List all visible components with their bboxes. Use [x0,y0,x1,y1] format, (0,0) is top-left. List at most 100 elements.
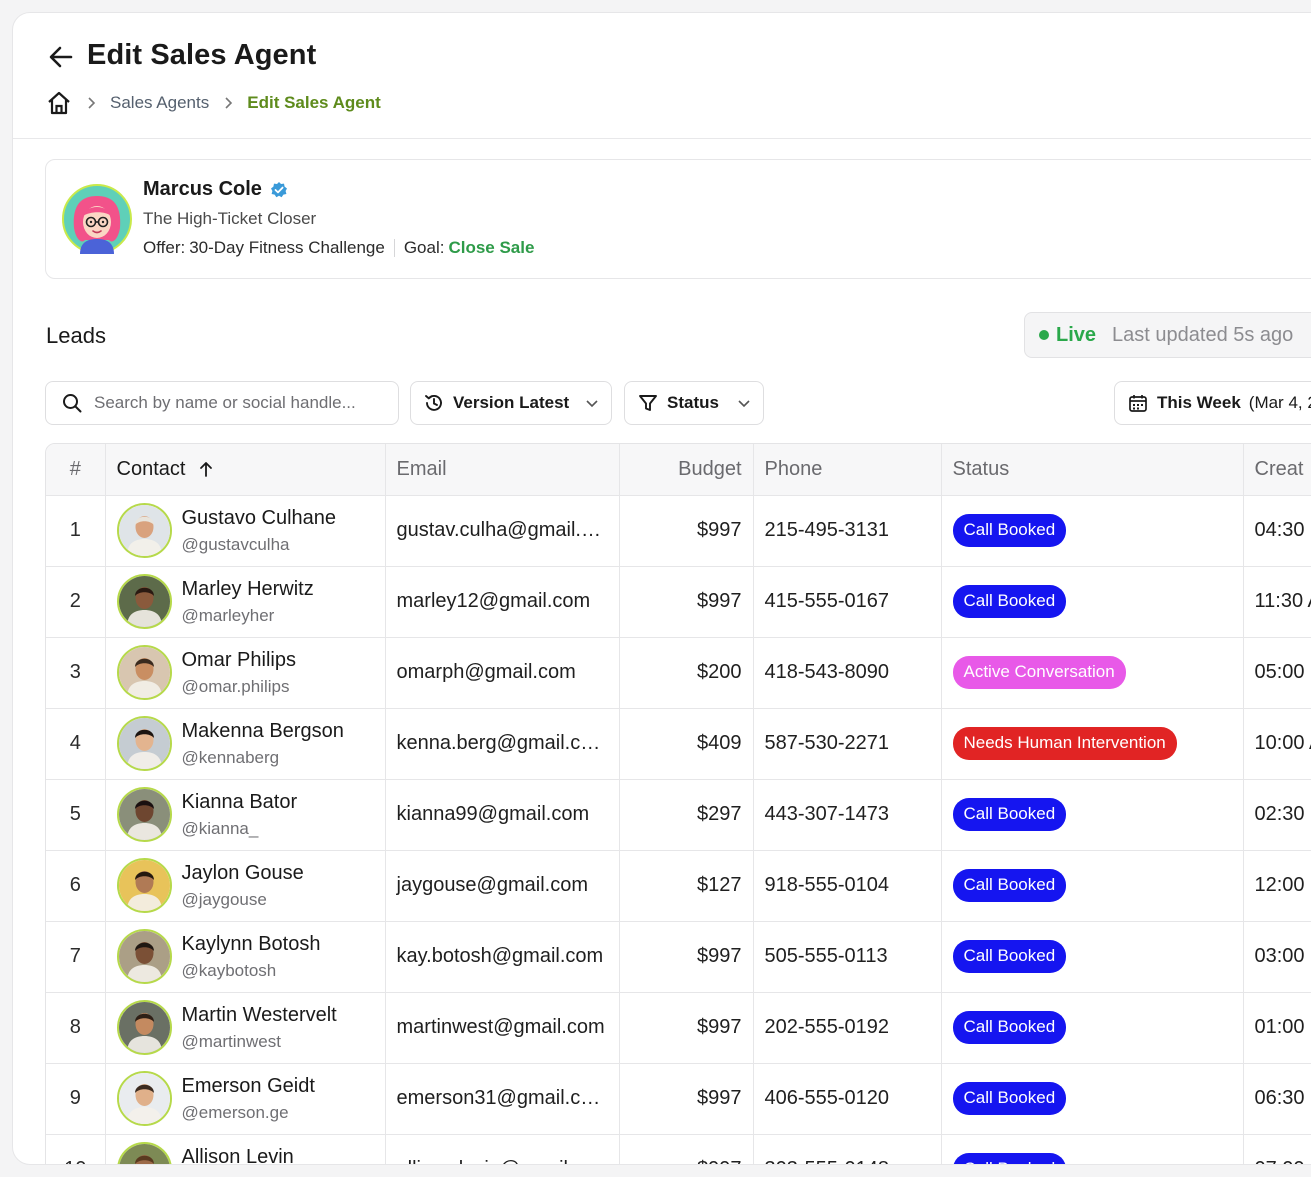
contact-avatar [116,858,172,913]
contact-handle: @kaybotosh [181,960,277,980]
contact-cell[interactable]: Emerson Geidt @emerson.ge [105,1063,386,1135]
contact-name[interactable]: Martin Westervelt [182,1002,337,1028]
contact-name[interactable]: Marley Herwitz [182,576,314,602]
contact-cell[interactable]: Martin Westervelt @martinwest [105,992,386,1064]
goal-value: Close Sale [448,238,535,257]
table-row[interactable]: 7 Kaylynn Botosh @kaybotosh kay.botosh@gmai… [46,921,1311,993]
contact: Martin Westervelt @martinwest [116,1000,374,1055]
contact-text: Gustavo Culhane @gustavculha [182,505,337,556]
contact-cell[interactable]: Omar Philips @omar.philips [105,637,386,709]
contact-cell[interactable]: Gustavo Culhane @gustavculha [105,495,386,567]
leads-table-grid: # Contact Email Budget Phone Status Crea… [46,444,1311,1164]
column-header-contact-label: Contact [116,457,186,480]
agent-name: Marcus Cole [143,178,262,200]
contact-name[interactable]: Gustavo Culhane [182,505,337,531]
contact-cell[interactable]: Kaylynn Botosh @kaybotosh [105,921,386,993]
status-badge[interactable]: Call Booked [952,1082,1067,1115]
status-badge[interactable]: Call Booked [952,869,1067,902]
row-number: 3 [46,637,106,709]
status-badge[interactable]: Call Booked [952,585,1067,618]
contact-text: Makenna Bergson @kennaberg [182,718,344,769]
search-icon [63,394,82,413]
phone-cell: 415-555-0167 [753,566,942,638]
agent-meta: Offer: 30-Day Fitness Challenge Goal: Cl… [143,238,534,258]
back-arrow-icon[interactable] [47,43,75,71]
contact: Makenna Bergson @kennaberg [116,716,374,771]
status-cell: Needs Human Intervention [941,708,1244,780]
table-row[interactable]: 3 Omar Philips @omar.philips omarph@gmail.c… [46,637,1311,709]
contact: Marley Herwitz @marleyher [116,574,374,629]
verified-badge-icon [270,181,287,197]
table-row[interactable]: 9 Emerson Geidt @emerson.ge emerson31@gmail… [46,1063,1311,1135]
contact-cell[interactable]: Marley Herwitz @marleyher [105,566,386,638]
search-input[interactable] [94,393,384,413]
column-header-created: Creat [1243,444,1311,496]
calendar-icon [1129,395,1147,412]
contact-cell[interactable]: Allison Levin@allisonlevin [105,1134,386,1164]
created-cell: 11:30 AM [1243,566,1311,638]
contact-text: Allison Levin@allisonlevin [182,1144,294,1164]
budget-cell: $200 [619,637,754,709]
contact-handle: @kennaberg [181,747,280,767]
email-cell: emerson31@gmail.com [385,1063,620,1135]
contact-cell[interactable]: Makenna Bergson @kennaberg [105,708,386,780]
live-status-pill: Live Last updated 5s ago [1024,312,1311,358]
column-header-phone: Phone [753,444,942,496]
email-cell: kay.botosh@gmail.com [385,921,620,993]
sort-up-icon[interactable] [199,461,213,478]
page-header: Edit Sales Agent Sales Agents Edit Sales… [13,13,1311,139]
contact-name[interactable]: Kianna Bator [182,789,298,815]
budget-cell: $997 [619,1063,754,1135]
chevron-down-icon [738,400,750,408]
phone-cell: 202-555-0192 [753,992,942,1064]
breadcrumb-sales-agents[interactable]: Sales Agents [110,93,209,113]
contact-text: Kianna Bator @kianna_ [182,789,298,840]
contact-name[interactable]: Kaylynn Botosh [182,931,321,957]
status-badge[interactable]: Call Booked [952,798,1067,831]
meta-divider [393,239,395,257]
home-icon[interactable] [46,90,72,116]
email-cell: gustav.culha@gmail.com [385,495,620,567]
contact-name[interactable]: Emerson Geidt [182,1073,315,1099]
table-row[interactable]: 6 Jaylon Gouse @jaygouse jaygouse@gmail.com… [46,850,1311,922]
status-badge[interactable]: Call Booked [952,1011,1067,1044]
contact-name[interactable]: Jaylon Gouse [182,860,304,886]
table-row[interactable]: 5 Kianna Bator @kianna_ kianna99@gmail.com $… [46,779,1311,851]
table-row[interactable]: 4 Makenna Bergson @kennaberg kenna.berg@gma… [46,708,1311,780]
column-header-status: Status [941,444,1244,496]
agent-tagline: The High-Ticket Closer [143,209,317,228]
status-badge[interactable]: Needs Human Intervention [952,727,1177,760]
date-range-dropdown[interactable]: This Week (Mar 4, 2 [1114,381,1311,425]
status-dropdown[interactable]: Status [624,381,764,425]
agent-name-row: Marcus Cole [143,178,288,201]
phone-cell: 505-555-0113 [753,921,942,993]
contact-cell[interactable]: Jaylon Gouse @jaygouse [105,850,386,922]
column-header-contact[interactable]: Contact [105,444,386,496]
version-dropdown[interactable]: Version Latest [410,381,612,425]
table-header-row: # Contact Email Budget Phone Status Crea… [46,444,1311,496]
table-row[interactable]: 1 Gustavo Culhane @gustavculha gustav.culha… [46,495,1311,567]
contact-cell[interactable]: Kianna Bator @kianna_ [105,779,386,851]
status-cell: Call Booked [941,779,1244,851]
version-label: Version Latest [453,393,570,412]
status-badge[interactable]: Call Booked [952,514,1067,547]
table-row[interactable]: 8 Martin Westervelt @martinwest martinwest@… [46,992,1311,1064]
contact-name[interactable]: Makenna Bergson [182,718,344,744]
created-cell: 01:00 PM [1243,992,1311,1064]
search-box[interactable] [45,381,399,425]
email-cell: allison.levin@gmail.com [385,1134,620,1164]
email-cell: marley12@gmail.com [385,566,620,638]
status-badge[interactable]: Call Booked [952,940,1067,973]
status-badge[interactable]: Call Booked [952,1153,1067,1164]
contact: Kianna Bator @kianna_ [116,787,374,842]
budget-cell: $409 [619,708,754,780]
phone-cell: 418-543-8090 [753,637,942,709]
table-row[interactable]: 10 Allison Levin@allisonlevin allison.levi… [46,1134,1311,1164]
status-badge[interactable]: Active Conversation [952,656,1126,689]
table-row[interactable]: 2 Marley Herwitz @marleyher marley12@gmail.… [46,566,1311,638]
status-label: Status [667,393,719,412]
contact-name[interactable]: Omar Philips [182,647,296,673]
contact-name[interactable]: Allison Levin [182,1144,294,1164]
contact-avatar [116,1000,172,1055]
contact-handle: @marleyher [181,605,275,625]
